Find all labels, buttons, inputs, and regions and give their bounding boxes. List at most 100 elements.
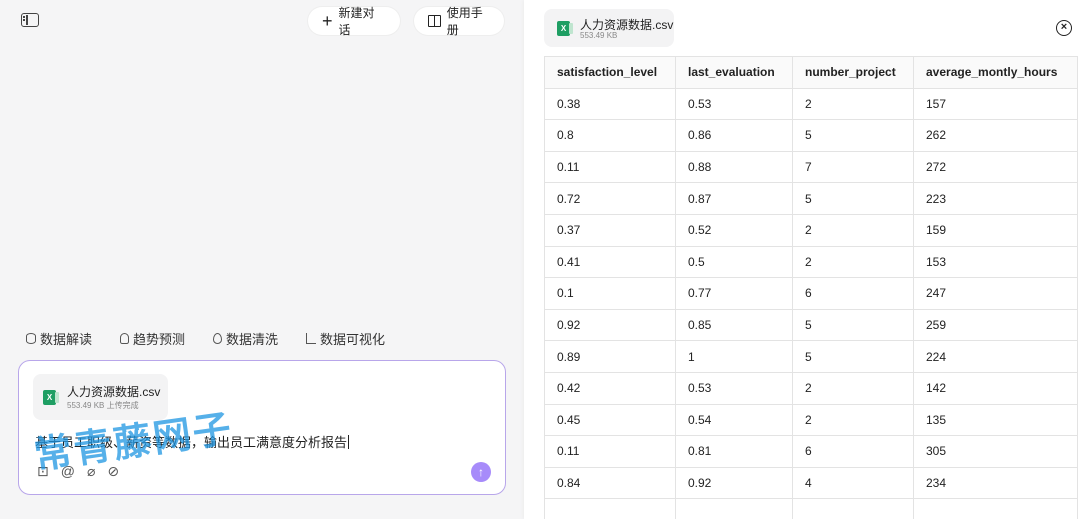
table-cell: 0.92 bbox=[675, 466, 793, 500]
text-caret bbox=[348, 435, 350, 449]
table-row: 0.92 0.85 5 259 bbox=[544, 308, 1078, 342]
table-cell: 0.72 bbox=[544, 182, 676, 215]
table-cell: 2 bbox=[792, 87, 914, 121]
column-header: last_evaluation bbox=[675, 56, 793, 89]
table-row: 0.84 0.92 4 234 bbox=[544, 466, 1078, 500]
table-cell: 0.5 bbox=[675, 245, 793, 279]
table-cell: 0.42 bbox=[544, 371, 676, 405]
table-cell: 0.41 bbox=[544, 245, 676, 279]
preview-file-meta: 553.49 KB bbox=[580, 31, 618, 40]
table-cell: 0.77 bbox=[675, 277, 793, 310]
table-cell: 259 bbox=[913, 308, 1078, 342]
table-cell: 305 bbox=[913, 435, 1078, 468]
table-cell: 0.92 bbox=[544, 308, 676, 342]
table-row: 0.72 0.87 5 223 bbox=[544, 182, 1078, 215]
table-row: 0.38 0.53 2 157 bbox=[544, 87, 1078, 121]
chat-pane: + 新建对话 使用手册 数据解读 趋势预测 数据清洗 数据可视化 X 人力资源数… bbox=[0, 0, 524, 519]
table-cell: 0.37 bbox=[544, 213, 676, 247]
quick-action-trend-forecast[interactable]: 趋势预测 bbox=[120, 329, 185, 348]
table-cell: 2 bbox=[792, 213, 914, 247]
chart-icon bbox=[306, 333, 317, 344]
table-cell: 4 bbox=[792, 466, 914, 500]
quick-action-data-interpret[interactable]: 数据解读 bbox=[26, 329, 92, 348]
table-body: 0.38 0.53 2 157 0.8 0.86 5 262 0.11 0.88 7 272 0.72 0… bbox=[544, 87, 1078, 519]
table-cell: 0.88 bbox=[675, 150, 793, 184]
table-cell: 247 bbox=[913, 277, 1078, 310]
table-cell: 0.11 bbox=[544, 150, 676, 184]
table-row: 0.42 0.53 2 142 bbox=[544, 371, 1078, 405]
table-cell: 0.8 bbox=[544, 119, 676, 152]
database-icon bbox=[26, 333, 36, 344]
quick-action-data-cleaning[interactable]: 数据清洗 bbox=[213, 329, 278, 348]
table-cell: 7 bbox=[792, 150, 914, 184]
excel-file-icon: X bbox=[557, 21, 573, 36]
bulb-icon bbox=[120, 333, 130, 344]
table-cell: 0.87 bbox=[675, 182, 793, 215]
table-cell bbox=[544, 498, 676, 519]
table-row: 0.8 0.86 5 262 bbox=[544, 119, 1078, 152]
quick-action-label: 数据清洗 bbox=[226, 332, 279, 347]
table-cell bbox=[792, 498, 914, 519]
close-preview-icon[interactable]: × bbox=[1056, 20, 1072, 36]
table-row: 0.41 0.5 2 153 bbox=[544, 245, 1078, 279]
table-cell: 2 bbox=[792, 371, 914, 405]
table-cell: 0.53 bbox=[675, 371, 793, 405]
attached-file-meta: 553.49 KB 上传完成 bbox=[67, 401, 139, 410]
table-cell: 2 bbox=[792, 245, 914, 279]
table-cell: 2 bbox=[792, 403, 914, 437]
sidebar-toggle-icon[interactable] bbox=[21, 13, 39, 27]
quick-action-label: 数据解读 bbox=[40, 332, 93, 347]
drop-icon bbox=[213, 333, 223, 344]
table-cell: 262 bbox=[913, 119, 1078, 152]
table-cell: 135 bbox=[913, 403, 1078, 437]
table-cell: 224 bbox=[913, 340, 1078, 373]
table-cell: 0.84 bbox=[544, 466, 676, 500]
data-table: satisfaction_level last_evaluation numbe… bbox=[544, 56, 1078, 519]
table-cell: 5 bbox=[792, 340, 914, 373]
table-header-row: satisfaction_level last_evaluation numbe… bbox=[544, 56, 1078, 89]
table-cell: 0.45 bbox=[544, 403, 676, 437]
table-cell: 5 bbox=[792, 308, 914, 342]
table-cell: 6 bbox=[792, 277, 914, 310]
table-cell: 272 bbox=[913, 150, 1078, 184]
new-chat-label: 新建对话 bbox=[338, 6, 375, 37]
file-preview-pane: X 人力资源数据.csv 553.49 KB × satisfaction_le… bbox=[524, 0, 1080, 519]
table-cell: 0.11 bbox=[544, 435, 676, 468]
table-cell: 1 bbox=[675, 340, 793, 373]
new-chat-button[interactable]: + 新建对话 bbox=[308, 6, 400, 37]
table-cell: 153 bbox=[913, 245, 1078, 279]
user-manual-label: 使用手册 bbox=[446, 6, 483, 37]
column-header: number_project bbox=[792, 56, 914, 89]
table-cell bbox=[675, 498, 793, 519]
table-cell: 157 bbox=[913, 87, 1078, 121]
table-row: 0.37 0.52 2 159 bbox=[544, 213, 1078, 247]
table-cell: 0.85 bbox=[675, 308, 793, 342]
table-row: 0.89 1 5 224 bbox=[544, 340, 1078, 373]
table-cell: 234 bbox=[913, 466, 1078, 500]
data-table-container[interactable]: satisfaction_level last_evaluation numbe… bbox=[544, 56, 1080, 519]
send-button[interactable]: ↑ bbox=[471, 462, 491, 482]
table-cell: 159 bbox=[913, 213, 1078, 247]
quick-action-visualization[interactable]: 数据可视化 bbox=[306, 329, 385, 348]
quick-action-label: 趋势预测 bbox=[133, 332, 186, 347]
table-cell: 0.89 bbox=[544, 340, 676, 373]
attached-file-name: 人力资源数据.csv bbox=[67, 385, 161, 399]
table-cell: 0.1 bbox=[544, 277, 676, 310]
table-cell: 0.54 bbox=[675, 403, 793, 437]
table-row bbox=[544, 498, 1078, 519]
table-row: 0.1 0.77 6 247 bbox=[544, 277, 1078, 310]
table-cell: 5 bbox=[792, 182, 914, 215]
table-cell: 6 bbox=[792, 435, 914, 468]
quick-actions: 数据解读 趋势预测 数据清洗 数据可视化 bbox=[26, 329, 385, 348]
table-cell: 0.53 bbox=[675, 87, 793, 121]
table-row: 0.45 0.54 2 135 bbox=[544, 403, 1078, 437]
table-cell bbox=[913, 498, 1078, 519]
table-cell: 5 bbox=[792, 119, 914, 152]
table-cell: 0.81 bbox=[675, 435, 793, 468]
column-header: average_montly_hours bbox=[913, 56, 1078, 89]
table-row: 0.11 0.88 7 272 bbox=[544, 150, 1078, 184]
preview-file-card: X 人力资源数据.csv 553.49 KB bbox=[544, 9, 674, 47]
user-manual-button[interactable]: 使用手册 bbox=[414, 6, 504, 37]
table-cell: 223 bbox=[913, 182, 1078, 215]
column-header: satisfaction_level bbox=[544, 56, 676, 89]
